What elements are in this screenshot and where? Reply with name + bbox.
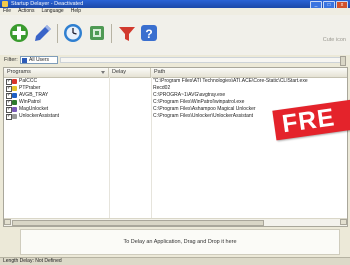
menu-file[interactable]: File	[3, 8, 11, 15]
table-row[interactable]: PTPraber Recd02	[4, 85, 347, 92]
title-bar: Startup Delayer - Deactivated _ □ x	[0, 0, 350, 10]
menu-actions[interactable]: Actions	[18, 8, 34, 15]
add-plus-icon	[10, 24, 28, 42]
svg-text:?: ?	[145, 27, 152, 41]
filter-button[interactable]	[116, 22, 138, 44]
registry-icon	[90, 26, 104, 40]
program-path: C:\PROGRA~1\AVG\avgtray.exe	[153, 92, 226, 98]
list-header: Programs Delay Path	[4, 68, 347, 78]
column-header-delay[interactable]: Delay	[109, 68, 151, 77]
filter-funnel-icon	[119, 27, 135, 41]
column-header-programs[interactable]: Programs	[4, 68, 109, 77]
toolbar-hint: Cute icon	[322, 37, 346, 43]
filter-clear-button[interactable]	[340, 56, 346, 66]
menu-bar: File Actions Language Help	[0, 8, 350, 15]
program-icon	[12, 79, 17, 84]
registry-button[interactable]	[86, 22, 108, 44]
help-button[interactable]: ?	[138, 22, 160, 44]
scroll-right-button[interactable]	[340, 219, 347, 225]
app-logo-icon	[2, 1, 8, 7]
filter-input[interactable]	[60, 57, 345, 63]
drop-zone[interactable]: To Delay an Application, Drag and Drop i…	[20, 229, 340, 255]
users-icon	[22, 58, 27, 63]
column-header-path[interactable]: Path	[151, 68, 347, 77]
scroll-thumb[interactable]	[12, 220, 264, 226]
edit-pencil-icon	[35, 25, 51, 41]
scroll-left-button[interactable]	[4, 219, 11, 225]
help-question-icon: ?	[141, 25, 157, 41]
program-icon	[12, 107, 17, 112]
filter-value: All Users	[29, 57, 50, 63]
window-controls: _ □ x	[310, 0, 348, 10]
program-icon	[12, 86, 17, 91]
horizontal-scrollbar[interactable]	[4, 218, 347, 226]
table-row[interactable]: WinPatrol C:\Program Files\WinPatrol\win…	[4, 99, 347, 106]
program-name: MagUnlocket	[19, 106, 49, 112]
program-icon	[12, 93, 17, 98]
program-path: Recd02	[153, 85, 171, 91]
table-row[interactable]: PalCCC "C:\Program Files\ATI Technologie…	[4, 78, 347, 85]
toolbar-separator	[57, 24, 58, 43]
filter-select[interactable]: All Users	[20, 56, 58, 64]
program-icon	[12, 114, 17, 119]
menu-language[interactable]: Language	[41, 8, 63, 15]
program-name: AVGB_TRAY	[19, 92, 49, 98]
filter-bar: Filter: All Users	[0, 55, 350, 66]
program-name: PalCCC	[19, 78, 38, 84]
toolbar: ? Cute icon	[0, 15, 350, 56]
menu-help[interactable]: Help	[71, 8, 81, 15]
filter-label: Filter:	[4, 57, 18, 63]
program-name: WinPatrol	[19, 99, 41, 105]
sort-arrow-icon	[101, 71, 105, 74]
table-row[interactable]: AVGB_TRAY C:\PROGRA~1\AVG\avgtray.exe	[4, 92, 347, 99]
program-icon	[12, 100, 17, 105]
clock-delay-icon	[64, 24, 82, 42]
program-name: PTPraber	[19, 85, 41, 91]
startup-program-list[interactable]: Programs Delay Path PalCCC "C:\Program F…	[3, 67, 348, 227]
edit-button[interactable]	[32, 22, 54, 44]
app-window: Startup Delayer - Deactivated _ □ x File…	[0, 0, 350, 265]
status-bar: Length Delay: Not Defined	[0, 257, 350, 265]
delay-button[interactable]	[62, 22, 84, 44]
window-title: Startup Delayer - Deactivated	[11, 1, 84, 7]
add-button[interactable]	[8, 22, 30, 44]
toolbar-separator	[111, 24, 112, 43]
program-path: "C:\Program Files\ATI Technologies\ATI.A…	[153, 78, 308, 84]
program-name: UnlockerAssistant	[19, 113, 60, 119]
